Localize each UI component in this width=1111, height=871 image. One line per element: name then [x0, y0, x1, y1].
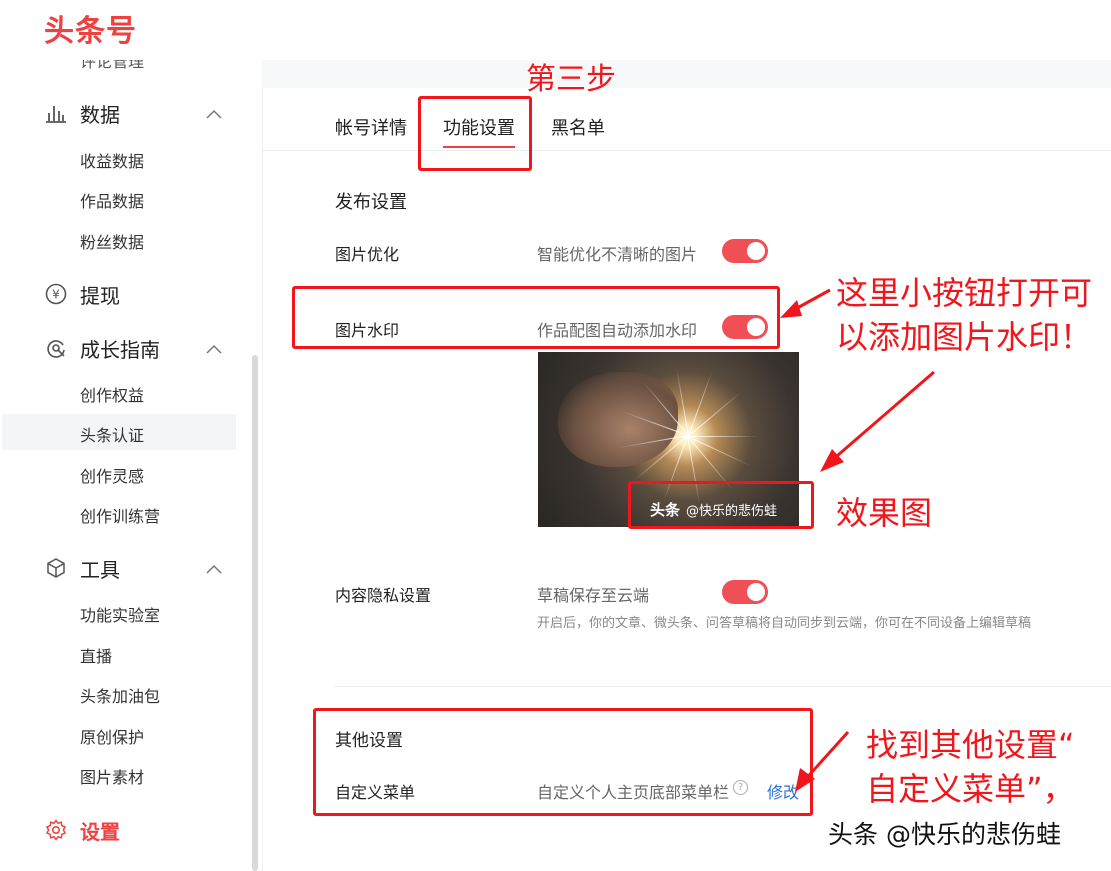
annotation-toggle-hint-line1: 这里小按钮打开可	[836, 274, 1093, 312]
sidebar-section-data[interactable]: 数据	[44, 96, 234, 130]
hand-shape	[558, 372, 678, 467]
annotation-box-watermark	[292, 286, 780, 349]
sidebar-scrollbar[interactable]	[252, 355, 258, 871]
chevron-up-icon[interactable]	[206, 559, 222, 578]
svg-text:¥: ¥	[52, 288, 60, 302]
sidebar-item-inspiration[interactable]: 创作灵感	[80, 463, 144, 487]
sidebar-item-original-protection[interactable]: 原创保护	[80, 724, 144, 748]
content-top-gap	[262, 60, 1111, 88]
annotation-effect: 效果图	[836, 494, 933, 532]
sidebar-section-tools[interactable]: 工具	[44, 551, 234, 585]
sidebar-section-label: 数据	[80, 102, 120, 127]
sidebar-item-works-data[interactable]: 作品数据	[80, 188, 144, 212]
annotation-find-line1: 找到其他设置“	[866, 726, 1075, 764]
top-bar: 头条号	[0, 0, 1111, 60]
annotation-step3: 第三步	[526, 62, 616, 97]
chevron-up-icon[interactable]	[206, 104, 222, 123]
sidebar-item-live[interactable]: 直播	[80, 643, 112, 667]
tabs-divider	[263, 150, 1111, 151]
content-privacy-note: 开启后，你的文章、微头条、问答草稿将自动同步到云端，你可在不同设备上编辑草稿	[537, 616, 1032, 631]
app-logo[interactable]: 头条号	[44, 6, 137, 50]
sidebar-item-fans-data[interactable]: 粉丝数据	[80, 229, 144, 253]
sidebar-item-certification[interactable]: 头条认证	[80, 422, 144, 446]
sidebar-item-comments[interactable]: 评论管理	[80, 60, 144, 72]
tab-account-details[interactable]: 帐号详情	[335, 114, 407, 140]
sidebar-item-revenue-data[interactable]: 收益数据	[80, 148, 144, 172]
cube-icon	[44, 556, 68, 580]
sidebar-section-withdraw[interactable]: ¥ 提现	[44, 277, 234, 311]
image-optimize-label: 图片优化	[335, 245, 400, 264]
sidebar-item-creator-rights[interactable]: 创作权益	[80, 382, 144, 406]
annotation-box-effect	[628, 481, 814, 529]
tab-blacklist[interactable]: 黑名单	[551, 114, 605, 140]
sidebar-item-lab[interactable]: 功能实验室	[80, 602, 160, 626]
annotation-find-line2: 自定义菜单”，	[866, 770, 1075, 808]
chevron-up-icon[interactable]	[206, 339, 222, 358]
annotation-toggle-hint-line2: 以添加图片水印！	[836, 318, 1093, 356]
image-optimize-desc: 智能优化不清晰的图片	[537, 245, 698, 264]
growth-icon	[44, 336, 68, 360]
annotation-box-tab	[418, 96, 532, 171]
gear-icon	[44, 818, 68, 842]
annotation-box-other	[313, 708, 813, 816]
yen-circle-icon: ¥	[44, 282, 68, 306]
publish-settings-title: 发布设置	[335, 192, 407, 213]
content-privacy-desc: 草稿保存至云端	[537, 586, 650, 605]
sidebar-item-image-assets[interactable]: 图片素材	[80, 764, 144, 788]
footer-watermark: 头条 @快乐的悲伤蛙	[828, 820, 1061, 849]
sidebar-section-label: 提现	[80, 283, 120, 308]
image-optimize-toggle[interactable]	[722, 239, 768, 263]
content-privacy-toggle[interactable]	[722, 580, 768, 604]
sidebar-section-label: 成长指南	[80, 337, 160, 362]
content-privacy-label: 内容隐私设置	[335, 586, 432, 605]
sidebar-section-label: 设置	[80, 819, 120, 844]
sidebar: 评论管理 数据 收益数据 作品数据 粉丝数据 ¥ 提现 成长指南 创作权益 头条…	[0, 60, 262, 871]
sidebar-section-settings[interactable]: 设置	[44, 813, 234, 847]
sidebar-item-boost-pack[interactable]: 头条加油包	[80, 683, 160, 707]
sidebar-section-label: 工具	[80, 557, 120, 582]
section-divider	[335, 686, 1111, 687]
sidebar-item-training-camp[interactable]: 创作训练营	[80, 503, 160, 527]
sidebar-section-growth[interactable]: 成长指南	[44, 331, 234, 365]
bar-chart-icon	[44, 101, 68, 125]
